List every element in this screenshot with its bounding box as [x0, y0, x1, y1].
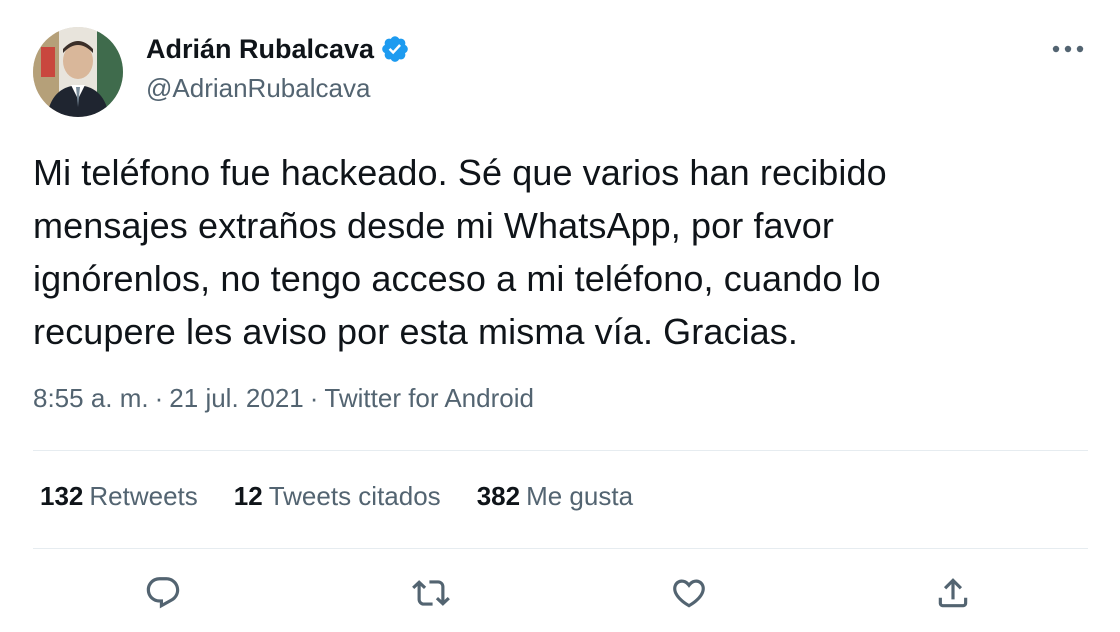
retweets-stat[interactable]: 132 Retweets [40, 481, 198, 512]
tweet-source[interactable]: Twitter for Android [324, 383, 534, 414]
reply-button[interactable] [139, 569, 187, 617]
avatar[interactable] [33, 27, 123, 117]
retweet-icon [412, 580, 450, 606]
share-icon [938, 578, 968, 608]
avatar-photo [33, 27, 123, 117]
tweet-actions-bar [0, 565, 1120, 621]
tweet-card: Adrián Rubalcava @AdrianRubalcava Mi tel… [0, 0, 1120, 632]
like-button[interactable] [665, 569, 713, 617]
share-button[interactable] [929, 569, 977, 617]
likes-count: 382 [476, 481, 521, 511]
meta-separator: · [154, 383, 164, 413]
divider [33, 450, 1088, 451]
author-handle[interactable]: @AdrianRubalcava [146, 73, 370, 104]
likes-stat[interactable]: 382 Me gusta [477, 481, 633, 512]
retweets-count: 132 [40, 481, 84, 511]
divider [33, 548, 1088, 549]
retweets-label: Retweets [89, 481, 198, 511]
likes-label: Me gusta [526, 481, 634, 511]
heart-icon [673, 579, 705, 608]
verified-badge-icon [382, 36, 408, 62]
meta-separator: · [309, 383, 319, 413]
tweet-time[interactable]: 8:55 a. m. [33, 383, 149, 414]
retweet-button[interactable] [407, 569, 455, 617]
quote-tweets-stat[interactable]: 12 Tweets citados [234, 481, 441, 512]
author-display-name[interactable]: Adrián Rubalcava [146, 34, 374, 65]
author-name-row: Adrián Rubalcava [146, 32, 410, 66]
more-options-button[interactable] [1048, 34, 1088, 64]
quote-tweets-label: Tweets citados [268, 481, 441, 511]
tweet-stats: 132 Retweets 12 Tweets citados 382 Me gu… [40, 481, 669, 512]
tweet-meta: 8:55 a. m. · 21 jul. 2021 · Twitter for … [33, 383, 534, 414]
tweet-date[interactable]: 21 jul. 2021 [169, 383, 303, 414]
tweet-text: Mi teléfono fue hackeado. Sé que varios … [33, 152, 887, 352]
reply-icon [146, 577, 180, 609]
more-options-icon [1052, 45, 1084, 53]
quote-tweets-count: 12 [233, 481, 263, 511]
